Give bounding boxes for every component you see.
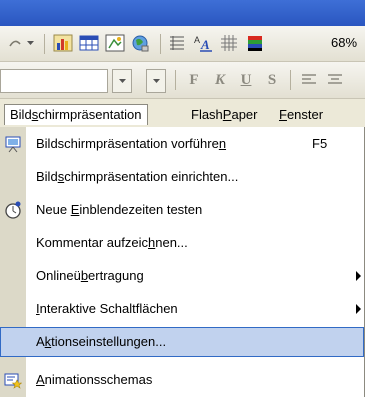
menu-item-label: Onlineübertragung [36, 261, 144, 291]
rehearse-timings-icon [4, 201, 22, 219]
toolbar-separator [175, 70, 176, 90]
menu-item-online-broadcast[interactable]: Onlineübertragung [0, 261, 364, 291]
label-pre: Bildschirmpräsentation vorführe [36, 136, 219, 151]
insert-chart-icon[interactable] [52, 32, 74, 54]
menu-label-post: enster [286, 107, 324, 122]
menu-flashpaper[interactable]: FlashPaper [186, 105, 263, 125]
font-dropdown-icon[interactable] [146, 69, 166, 93]
insert-clipart-icon[interactable] [104, 32, 126, 54]
font-size-dropdown-icon[interactable] [112, 69, 132, 93]
menu-item-action-settings[interactable]: Aktionseinstellungen... [0, 327, 364, 357]
insert-table-icon[interactable] [78, 32, 100, 54]
formatting-toolbar: F K U S [0, 62, 365, 99]
menu-bar: Bildschirmpräsentation FlashPaper Fenste… [0, 99, 365, 128]
menu-item-animation-schemes[interactable]: Animationsschemas [0, 365, 364, 395]
menu-window[interactable]: Fenster [274, 105, 328, 125]
title-bar [0, 0, 365, 26]
menu-item-label: Bildschirmpräsentation vorführen [36, 129, 226, 159]
label-post: nimationsschemas [44, 372, 153, 387]
italic-button[interactable]: K [209, 69, 231, 91]
font-size-combo[interactable] [0, 69, 108, 93]
zoom-field[interactable]: 68% [331, 32, 357, 54]
label-post: nen... [155, 235, 188, 250]
standard-toolbar: AA 68% [0, 26, 365, 62]
menu-label-post: chirmpräsentation [38, 107, 142, 122]
menu-label-pre: Flash [191, 107, 223, 122]
shadow-button[interactable]: S [261, 69, 283, 91]
menu-label-accelerator: F [279, 107, 287, 122]
menu-item-set-up-show[interactable]: Bildschirmpräsentation einrichten... [0, 162, 364, 192]
menu-item-label: Bildschirmpräsentation einrichten... [36, 162, 238, 192]
underline-button[interactable]: U [235, 69, 257, 91]
show-grid-icon[interactable] [218, 32, 240, 54]
show-formatting-icon[interactable]: AA [192, 32, 214, 54]
animation-schemes-icon [4, 371, 23, 389]
label-pre: Kommentar aufzeic [36, 235, 148, 250]
expand-all-icon[interactable] [166, 32, 188, 54]
label-post: chirmpräsentation einrichten... [64, 169, 239, 184]
label-post: inblendezeiten testen [79, 202, 203, 217]
submenu-arrow-icon [356, 271, 361, 281]
menu-label-post: aper [231, 107, 258, 122]
label-pre: A [36, 334, 45, 349]
menu-item-label: Animationsschemas [36, 365, 152, 395]
label-pre: Onlineü [36, 268, 81, 283]
submenu-arrow-icon [356, 304, 361, 314]
menu-item-label: Neue Einblendezeiten testen [36, 195, 202, 225]
align-left-icon[interactable] [298, 69, 320, 91]
toolbar-separator [160, 34, 161, 54]
color-grayscale-icon[interactable] [244, 32, 266, 54]
menu-item-label: Kommentar aufzeichnen... [36, 228, 188, 258]
insert-hyperlink-icon[interactable] [130, 32, 152, 54]
label-accelerator: b [80, 268, 89, 283]
menu-label-pre: Bild [10, 107, 32, 122]
svg-text:A: A [194, 35, 200, 45]
redo-icon[interactable] [6, 32, 24, 54]
menu-item-record-narration[interactable]: Kommentar aufzeichnen... [0, 228, 364, 258]
menu-item-view-show[interactable]: Bildschirmpräsentation vorführen F5 [0, 129, 364, 159]
menu-slideshow[interactable]: Bildschirmpräsentation [4, 104, 148, 125]
redo-dropdown-icon[interactable] [24, 32, 36, 54]
toolbar-separator [290, 70, 291, 90]
menu-item-action-buttons[interactable]: Interaktive Schaltflächen [0, 294, 364, 324]
label-post: nteraktive Schaltflächen [39, 301, 178, 316]
slideshow-icon [4, 135, 22, 153]
label-pre: Bild [36, 169, 58, 184]
label-pre: Neue [36, 202, 71, 217]
slideshow-dropdown-menu: Bildschirmpräsentation vorführen F5 Bild… [0, 127, 365, 397]
label-accelerator: A [36, 372, 45, 387]
label-post: ertragung [88, 268, 144, 283]
menu-item-label: Aktionseinstellungen... [36, 327, 166, 357]
menu-item-label: Interaktive Schaltflächen [36, 294, 178, 324]
label-accelerator: n [218, 136, 227, 151]
menu-item-rehearse-timings[interactable]: Neue Einblendezeiten testen [0, 195, 364, 225]
svg-text:A: A [200, 37, 210, 52]
toolbar-separator [44, 34, 45, 54]
align-center-icon[interactable] [324, 69, 346, 91]
shortcut-label: F5 [312, 136, 328, 151]
bold-button[interactable]: F [183, 69, 205, 91]
label-post: tionseinstellungen... [51, 334, 167, 349]
